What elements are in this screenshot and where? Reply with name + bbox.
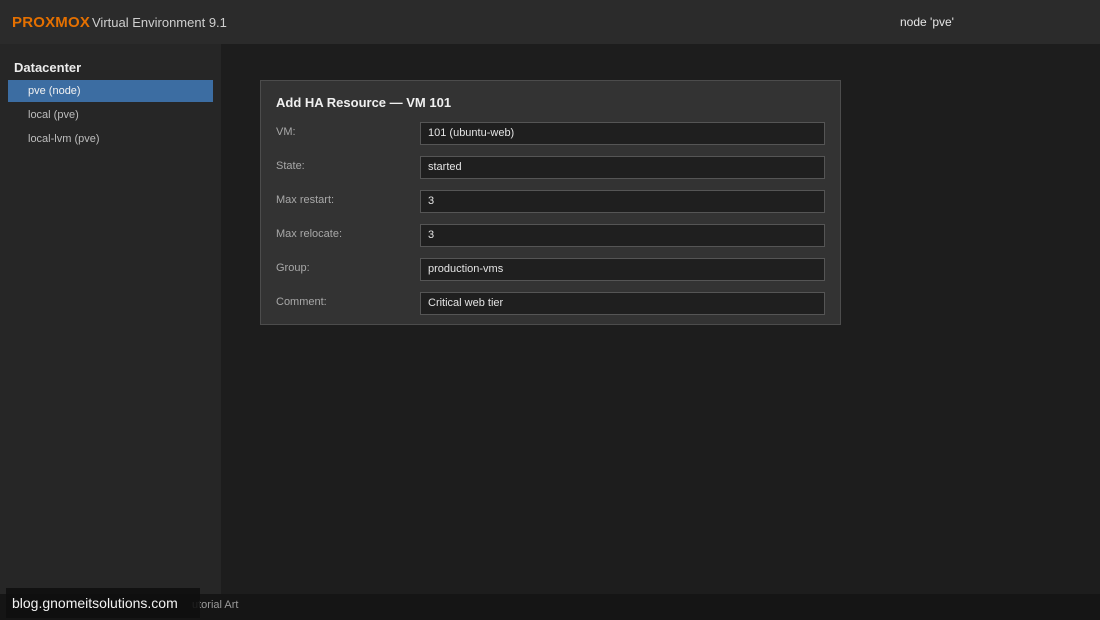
sidebar: Datacenter pve (node) local (pve) local-… — [0, 44, 221, 594]
form-row-comment: Comment: Critical web tier — [261, 292, 840, 316]
node-indicator: node 'pve' — [900, 15, 954, 29]
form-row-max-relocate: Max relocate: 3 — [261, 224, 840, 248]
group-field[interactable]: production-vms — [420, 258, 825, 281]
top-bar: PROXMOX Virtual Environment 9.1 node 'pv… — [0, 0, 1100, 44]
group-label: Group: — [276, 262, 310, 274]
add-ha-resource-dialog: Add HA Resource — VM 101 VM: 101 (ubuntu… — [260, 80, 841, 325]
brand-subtitle: Virtual Environment 9.1 — [92, 15, 227, 30]
form-row-state: State: started — [261, 156, 840, 180]
vm-field[interactable]: 101 (ubuntu-web) — [420, 122, 825, 145]
form-row-max-restart: Max restart: 3 — [261, 190, 840, 214]
state-label: State: — [276, 160, 305, 172]
state-field[interactable]: started — [420, 156, 825, 179]
max-restart-label: Max restart: — [276, 194, 335, 206]
watermark-overlay: blog.gnomeitsolutions.com — [6, 588, 200, 618]
dialog-title: Add HA Resource — VM 101 — [276, 95, 452, 110]
max-restart-field[interactable]: 3 — [420, 190, 825, 213]
max-relocate-label: Max relocate: — [276, 228, 343, 240]
comment-field[interactable]: Critical web tier — [420, 292, 825, 315]
vm-label: VM: — [276, 126, 296, 138]
form-row-group: Group: production-vms — [261, 258, 840, 282]
sidebar-title[interactable]: Datacenter — [14, 60, 81, 75]
tree-item-local-storage[interactable]: local (pve) — [8, 104, 213, 126]
tree-item-local-lvm-storage[interactable]: local-lvm (pve) — [8, 128, 213, 150]
comment-label: Comment: — [276, 296, 327, 308]
form-row-vm: VM: 101 (ubuntu-web) — [261, 122, 840, 146]
max-relocate-field[interactable]: 3 — [420, 224, 825, 247]
main-content: Add HA Resource — VM 101 VM: 101 (ubuntu… — [221, 44, 1100, 594]
brand-logo[interactable]: PROXMOX — [12, 14, 90, 31]
tree-item-pve-node[interactable]: pve (node) — [8, 80, 213, 102]
